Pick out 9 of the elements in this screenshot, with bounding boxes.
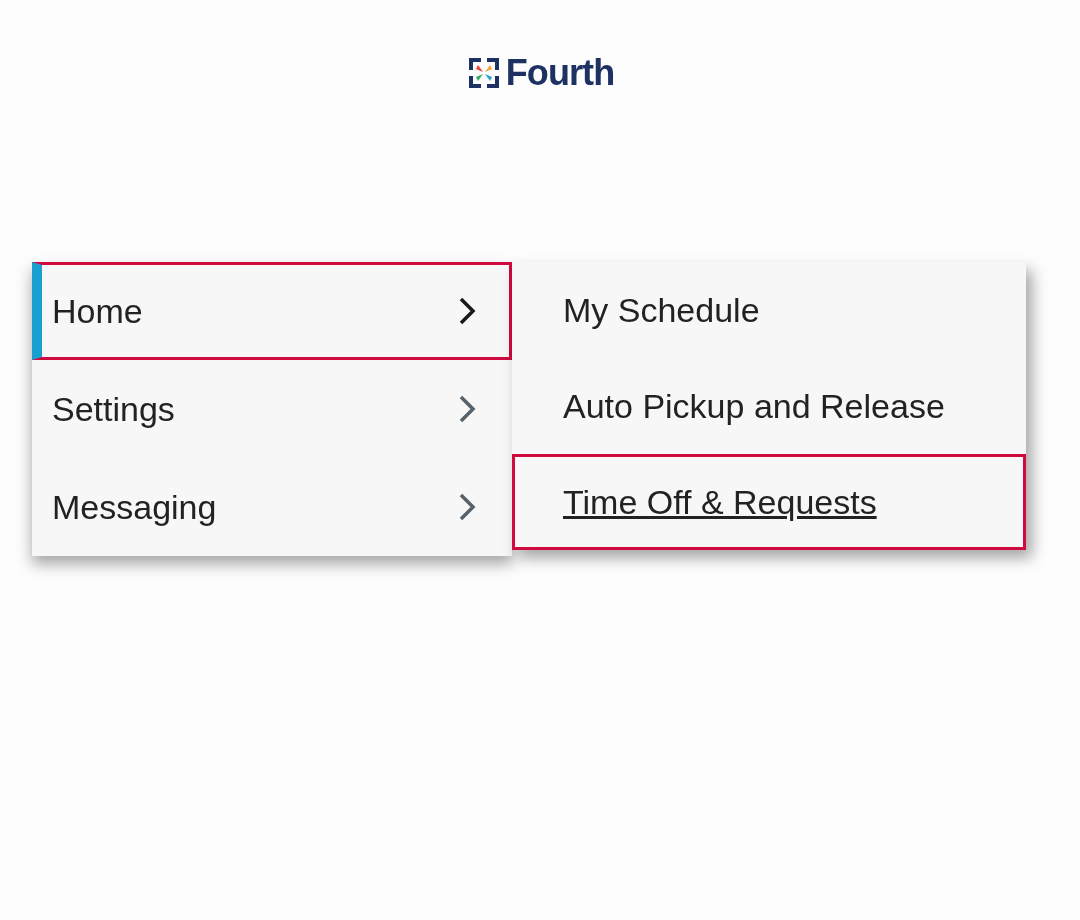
- menu-item[interactable]: Settings: [32, 360, 512, 458]
- submenu-item[interactable]: My Schedule: [512, 262, 1026, 358]
- chevron-right-icon: [457, 393, 477, 425]
- logo-text: Fourth: [505, 55, 615, 91]
- chevron-right-icon: [457, 491, 477, 523]
- submenu-item[interactable]: Auto Pickup and Release: [512, 358, 1026, 454]
- chevron-right-icon: [457, 295, 477, 327]
- menu-item[interactable]: Messaging: [32, 458, 512, 556]
- submenu-item[interactable]: Time Off & Requests: [512, 454, 1026, 550]
